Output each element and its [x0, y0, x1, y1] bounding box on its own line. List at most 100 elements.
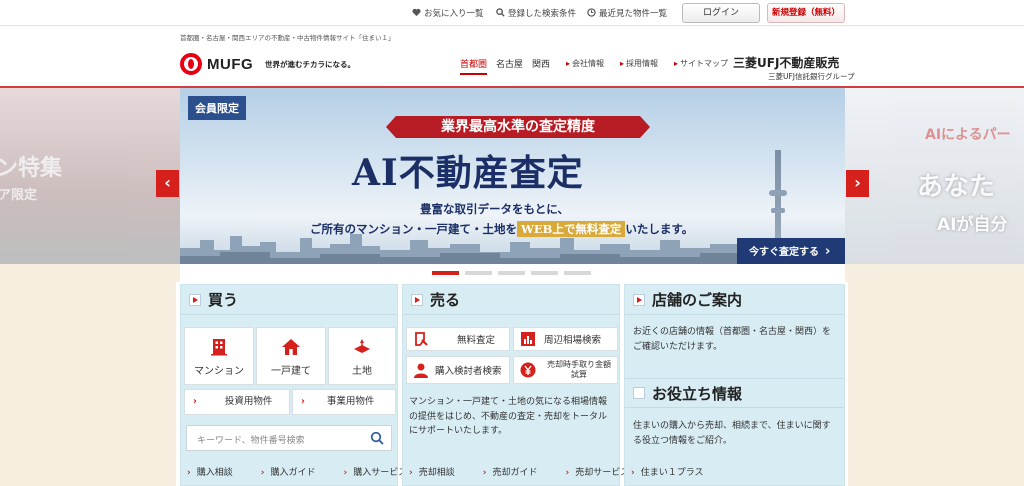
arrow-square-icon [633, 387, 645, 399]
assess-now-button[interactable]: 今すぐ査定する › [737, 238, 845, 264]
sale-guide-link[interactable]: › 売却ガイド [483, 465, 552, 478]
carousel-dot-3[interactable] [498, 271, 525, 275]
commercial-button[interactable]: › 事業用物件 [292, 389, 396, 415]
land-tile[interactable]: 土地 [328, 327, 396, 385]
recent-link[interactable]: 最近見た物件一覧 [587, 7, 667, 19]
prev-slide-text-1: ン特集 [0, 156, 63, 181]
free-assessment-label: 無料査定 [457, 335, 496, 346]
prev-slide-text-2: ア限定 [0, 188, 38, 203]
keyword-search-input[interactable]: キーワード、物件番号検索 [186, 425, 392, 451]
assessment-icon [415, 332, 428, 346]
house-icon [282, 339, 300, 355]
company-info-label: 会社情報 [572, 59, 605, 68]
assess-now-label: 今すぐ査定する [749, 247, 819, 258]
tab-kansai[interactable]: 関西 [532, 57, 550, 75]
register-button[interactable]: 新規登録（無料） [767, 3, 845, 23]
area-tabs: 首都圏 名古屋 関西 [460, 57, 559, 75]
buyer-search-label: 購入検討者検索 [435, 366, 502, 377]
recent-label: 最近見た物件一覧 [599, 9, 668, 19]
buy-title: 買う [208, 291, 239, 309]
favorites-label: お気に入り一覧 [424, 9, 484, 19]
sitemap-link[interactable]: ▸ サイトマップ [674, 58, 736, 69]
chevron-right-icon: › [854, 173, 861, 192]
useful-links: › 住まい１プラス [631, 465, 732, 478]
sell-desc-line: の提供をはじめ、不動産の査定・売却をトータル [409, 411, 608, 422]
useful-info-header[interactable]: お役立ち情報 [625, 378, 844, 408]
banner-body-line2-pre: ご所有のマンション・一戸建て・土地を [310, 222, 517, 236]
store-card-header[interactable]: 店舗のご案内 [625, 285, 844, 315]
sumai1-plus-link[interactable]: › 住まい１プラス [631, 465, 718, 478]
members-only-badge: 会員限定 [188, 96, 246, 120]
mufg-mark-icon [180, 53, 202, 75]
store-title: 店舗のご案内 [652, 291, 743, 309]
sell-card-header[interactable]: 売る [403, 285, 619, 315]
saved-search-link[interactable]: 登録した検索条件 [496, 7, 576, 19]
investment-button[interactable]: › 投資用物件 [184, 389, 290, 415]
purchase-service-label: 購入サービス [353, 468, 408, 478]
site-tagline: 首都圏・名古屋・関西エリアの不動産・中古物件情報サイト「住まい１」 [180, 34, 395, 42]
buy-card-header[interactable]: 買う [181, 285, 397, 315]
chevron-right-icon: › [825, 244, 831, 259]
arrow-square-icon [633, 293, 645, 306]
useful-desc-line: 住まいの購入から売却、相続まで、住まいに関す [633, 421, 831, 431]
favorites-link[interactable]: お気に入り一覧 [412, 7, 484, 19]
recruit-link[interactable]: ▸ 採用情報 [620, 58, 666, 69]
banner-body-line2-post: いたします。 [625, 222, 694, 236]
commercial-label: 事業用物件 [326, 396, 375, 407]
company-name[interactable]: 三菱UFJ不動産販売 [733, 54, 839, 71]
login-button[interactable]: ログイン [682, 3, 760, 23]
market-search-button[interactable]: 周辺相場検索 [513, 327, 618, 351]
store-desc-line: お近くの店舗の情報（首都圏・名古屋・関西）を [633, 327, 832, 337]
next-slide-peek[interactable]: AIによるパー あなた AIが自分 [845, 88, 1024, 264]
site-header: 首都圏・名古屋・関西エリアの不動産・中古物件情報サイト「住まい１」 MUFG 世… [0, 26, 1024, 86]
saved-search-label: 登録した検索条件 [508, 9, 577, 19]
banner-headline: AI不動産査定 [352, 152, 584, 194]
sale-consult-link[interactable]: › 売却相談 [409, 465, 469, 478]
purchase-guide-label: 購入ガイド [270, 468, 316, 478]
carousel-dot-2[interactable] [465, 271, 492, 275]
arrow-square-icon [189, 293, 201, 306]
tab-nagoya[interactable]: 名古屋 [496, 57, 523, 75]
proceeds-estimate-label: 売却時手取り金額試算 [547, 360, 611, 379]
hero-carousel: ン特集 ア限定 会員限定 業界最高水準の査定精度 AI不動産査定 豊富な取引デー… [0, 86, 1024, 264]
house-tile[interactable]: 一戸建て [256, 327, 326, 385]
chevron-left-icon: ‹ [164, 173, 171, 192]
carousel-dot-5[interactable] [564, 271, 591, 275]
carousel-dot-1[interactable] [432, 271, 459, 275]
search-placeholder: キーワード、物件番号検索 [197, 436, 305, 446]
buy-card: 買う マンション 一戸建て 土地 › 投資用物件 › 事業用物件 キーワード、物件番… [180, 284, 407, 486]
carousel-prev-button[interactable]: ‹ [156, 170, 179, 197]
land-icon [354, 339, 370, 353]
tab-shutoken[interactable]: 首都圏 [460, 57, 488, 75]
useful-description: 住まいの購入から売却、相続まで、住まいに関す る役立つ情報をご紹介。 [633, 419, 831, 448]
sell-title: 売る [430, 291, 461, 309]
buyer-search-button[interactable]: 購入検討者検索 [406, 356, 510, 384]
ai-assessment-banner[interactable]: 会員限定 業界最高水準の査定精度 AI不動産査定 豊富な取引データをもとに、 ご… [180, 88, 845, 264]
prev-slide-peek[interactable]: ン特集 ア限定 [0, 88, 180, 264]
company-info-link[interactable]: ▸ 会社情報 [566, 58, 612, 69]
purchase-consult-label: 購入相談 [196, 468, 233, 478]
store-description: お近くの店舗の情報（首都圏・名古屋・関西）を ご確認いただけます。 [633, 325, 831, 354]
mufg-logo[interactable]: MUFG [180, 53, 253, 75]
free-assessment-button[interactable]: 無料査定 [406, 327, 510, 351]
sell-card: 売る 無料査定 周辺相場検索 購入検討者検索 売却時手取り金額試算 マンション・… [402, 284, 629, 486]
house-label: 一戸建て [271, 366, 311, 377]
mansion-label: マンション [194, 366, 244, 377]
search-icon[interactable] [370, 431, 384, 445]
heart-icon [412, 8, 421, 17]
next-slide-text-1: AIによるパー [925, 127, 1011, 143]
logo-text: MUFG [207, 55, 254, 73]
proceeds-estimate-button[interactable]: 売却時手取り金額試算 [513, 356, 618, 384]
search-icon [496, 8, 505, 17]
carousel-dot-4[interactable] [531, 271, 558, 275]
recruit-label: 採用情報 [626, 59, 659, 68]
carousel-next-button[interactable]: › [846, 170, 869, 197]
mansion-tile[interactable]: マンション [184, 327, 254, 385]
sale-consult-label: 売却相談 [418, 468, 455, 478]
sumai1-plus-label: 住まい１プラス [640, 468, 704, 478]
sell-desc-line: マンション・一戸建て・土地の気になる相場情報 [409, 397, 608, 407]
yen-icon [520, 362, 536, 378]
purchase-consult-link[interactable]: › 購入相談 [187, 465, 247, 478]
purchase-guide-link[interactable]: › 購入ガイド [261, 465, 330, 478]
market-search-label: 周辺相場検索 [544, 335, 602, 346]
